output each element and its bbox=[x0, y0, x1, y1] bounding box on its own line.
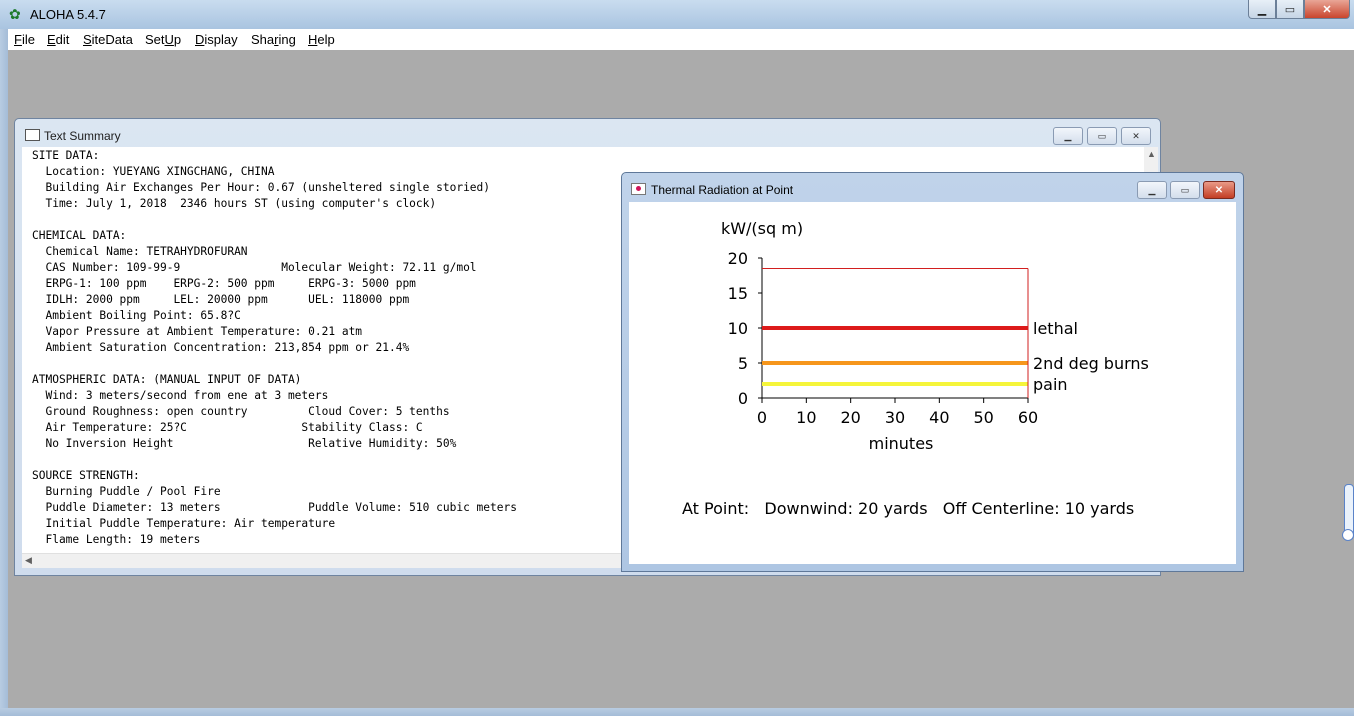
text-summary-title: Text Summary bbox=[44, 129, 121, 143]
x-tick-label: 40 bbox=[929, 408, 949, 427]
menu-edit[interactable]: Edit bbox=[47, 32, 69, 47]
scroll-left-arrow-icon[interactable]: ◀ bbox=[25, 555, 32, 566]
summary-line: CAS Number: 109-99-9 Molecular Weight: 7… bbox=[32, 261, 477, 274]
window-bottom-border bbox=[0, 708, 1354, 716]
close-button[interactable]: ✕ bbox=[1304, 0, 1350, 19]
threshold-label: 2nd deg burns bbox=[1033, 354, 1149, 373]
thermal-chart-area: kW/(sq m) minutes 0 5 10 15 20 0 10 20 30 40 50 60 l… bbox=[629, 202, 1236, 564]
summary-line: Air Temperature: 25?C Stability Class: C bbox=[32, 421, 423, 434]
summary-line: No Inversion Height Relative Humidity: 5… bbox=[32, 437, 457, 450]
close-icon: ✕ bbox=[1322, 3, 1332, 16]
thermal-window-title: Thermal Radiation at Point bbox=[651, 183, 794, 197]
summary-line: Puddle Diameter: 13 meters Puddle Volume… bbox=[32, 501, 517, 514]
text-summary-minimize-button[interactable]: ▁ bbox=[1053, 127, 1083, 145]
maximize-icon: ▭ bbox=[1284, 3, 1296, 16]
menu-file[interactable]: File bbox=[14, 32, 35, 47]
app-title-bar: ✿ ALOHA 5.4.7 ▁ ▭ ✕ bbox=[0, 0, 1354, 30]
thermal-radiation-window: Thermal Radiation at Point ▁ ▭ ✕ kW/(sq … bbox=[621, 172, 1244, 572]
summary-line: Chemical Name: TETRAHYDROFURAN bbox=[32, 245, 248, 258]
thermal-close-button[interactable]: ✕ bbox=[1203, 181, 1235, 199]
text-window-icon bbox=[25, 129, 40, 141]
y-tick-label: 0 bbox=[738, 389, 748, 408]
x-tick-label: 20 bbox=[840, 408, 860, 427]
summary-line: IDLH: 2000 ppm LEL: 20000 ppm UEL: 11800… bbox=[32, 293, 410, 306]
summary-line: SITE DATA: bbox=[32, 149, 100, 162]
summary-line: Building Air Exchanges Per Hour: 0.67 (u… bbox=[32, 181, 491, 194]
maximize-button[interactable]: ▭ bbox=[1276, 0, 1304, 19]
y-axis-label: kW/(sq m) bbox=[721, 219, 803, 238]
minimize-icon: ▁ bbox=[1064, 130, 1072, 141]
summary-line: Ambient Saturation Concentration: 213,85… bbox=[32, 341, 410, 354]
summary-line: Location: YUEYANG XINGCHANG, CHINA bbox=[32, 165, 275, 178]
summary-line: Ground Roughness: open country Cloud Cov… bbox=[32, 405, 450, 418]
minimize-button[interactable]: ▁ bbox=[1248, 0, 1276, 19]
summary-line: Time: July 1, 2018 2346 hours ST (using … bbox=[32, 197, 437, 210]
x-tick-label: 0 bbox=[757, 408, 767, 427]
summary-line: Burning Puddle / Pool Fire bbox=[32, 485, 221, 498]
y-tick-label: 10 bbox=[728, 319, 748, 338]
minimize-icon: ▁ bbox=[1148, 184, 1156, 195]
threshold-label: lethal bbox=[1033, 319, 1078, 338]
summary-line: CHEMICAL DATA: bbox=[32, 229, 127, 242]
window-left-border bbox=[0, 29, 8, 716]
menu-setup[interactable]: SetUp bbox=[145, 32, 181, 47]
summary-line: ATMOSPHERIC DATA: (MANUAL INPUT OF DATA) bbox=[32, 373, 302, 386]
menu-display[interactable]: Display bbox=[195, 32, 238, 47]
x-tick-label: 10 bbox=[796, 408, 816, 427]
threshold-label: pain bbox=[1033, 375, 1068, 394]
y-tick-label: 15 bbox=[728, 284, 748, 303]
app-title: ALOHA 5.4.7 bbox=[30, 7, 106, 22]
summary-line: Vapor Pressure at Ambient Temperature: 0… bbox=[32, 325, 363, 338]
minimize-icon: ▁ bbox=[1257, 3, 1267, 16]
thermal-window-icon bbox=[631, 183, 646, 195]
text-summary-close-button[interactable]: ✕ bbox=[1121, 127, 1151, 145]
x-tick-label: 60 bbox=[1018, 408, 1038, 427]
summary-line: Ambient Boiling Point: 65.8?C bbox=[32, 309, 241, 322]
summary-line: SOURCE STRENGTH: bbox=[32, 469, 140, 482]
thermal-minimize-button[interactable]: ▁ bbox=[1137, 181, 1167, 199]
summary-line: Initial Puddle Temperature: Air temperat… bbox=[32, 517, 336, 530]
point-location-text: At Point: Downwind: 20 yards Off Centerl… bbox=[682, 499, 1135, 518]
y-tick-label: 20 bbox=[728, 249, 748, 268]
summary-line: ERPG-1: 100 ppm ERPG-2: 500 ppm ERPG-3: … bbox=[32, 277, 416, 290]
x-axis-label: minutes bbox=[869, 434, 934, 453]
x-tick-label: 30 bbox=[885, 408, 905, 427]
summary-line: Wind: 3 meters/second from ene at 3 mete… bbox=[32, 389, 329, 402]
menu-bar: File Edit SiteData SetUp Display Sharing… bbox=[8, 29, 1354, 51]
side-scroll-knob[interactable] bbox=[1342, 529, 1354, 541]
close-icon: ✕ bbox=[1132, 130, 1140, 141]
menu-sharing[interactable]: Sharing bbox=[251, 32, 296, 47]
maximize-icon: ▭ bbox=[1097, 130, 1107, 141]
close-icon: ✕ bbox=[1214, 184, 1224, 196]
maximize-icon: ▭ bbox=[1180, 184, 1190, 195]
x-tick-label: 50 bbox=[973, 408, 993, 427]
menu-sitedata[interactable]: SiteData bbox=[83, 32, 133, 47]
palm-tree-icon: ✿ bbox=[9, 6, 21, 22]
scroll-up-arrow-icon[interactable]: ▲ bbox=[1147, 149, 1156, 159]
thermal-maximize-button[interactable]: ▭ bbox=[1170, 181, 1200, 199]
menu-help[interactable]: Help bbox=[308, 32, 335, 47]
y-tick-label: 5 bbox=[738, 354, 748, 373]
text-summary-maximize-button[interactable]: ▭ bbox=[1087, 127, 1117, 145]
summary-line: Flame Length: 19 meters bbox=[32, 533, 201, 546]
